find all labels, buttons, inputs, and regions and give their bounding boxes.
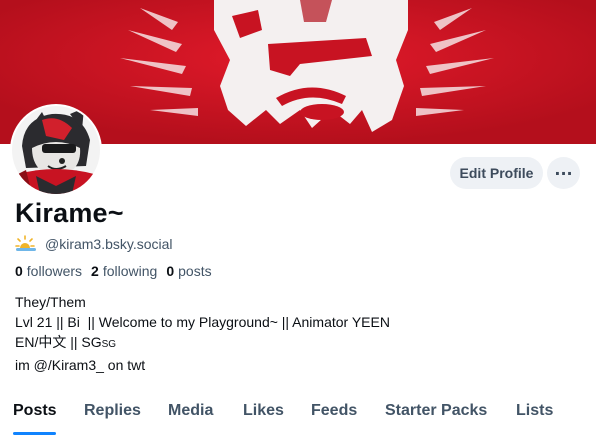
- active-tab-indicator: [13, 432, 56, 435]
- bio-line-1: They/Them: [15, 294, 86, 310]
- tab-feeds[interactable]: Feeds: [311, 402, 357, 420]
- following-label: following: [102, 263, 158, 279]
- ellipsis-icon: ···: [554, 163, 573, 183]
- edit-profile-button[interactable]: Edit Profile: [450, 157, 543, 189]
- handle-row: @kiram3.bsky.social: [15, 235, 173, 253]
- followers-label: followers: [26, 263, 83, 279]
- bio-line-3: EN/中文 || SGSG: [15, 332, 390, 355]
- more-options-button[interactable]: ···: [547, 157, 580, 189]
- profile-stats: 0 followers 2 following 0 posts: [15, 263, 212, 279]
- following-count: 2: [91, 263, 99, 279]
- followers-link[interactable]: 0 followers: [15, 263, 82, 279]
- tab-lists[interactable]: Lists: [516, 402, 553, 420]
- avatar[interactable]: [10, 104, 102, 196]
- handle-text[interactable]: @kiram3.bsky.social: [45, 236, 173, 252]
- sun-cloud-icon: [15, 235, 36, 251]
- followers-count: 0: [15, 263, 23, 279]
- tab-posts[interactable]: Posts: [13, 402, 57, 420]
- tab-media[interactable]: Media: [168, 402, 213, 420]
- following-link[interactable]: 2 following: [91, 263, 157, 279]
- bio-line-4: im @/Kiram3_ on twt: [15, 357, 146, 373]
- bio-line-3-main: EN/中文 || SG: [15, 334, 102, 350]
- display-name: Kirame~: [15, 198, 124, 228]
- profile-bio: They/Them Lvl 21 || Bi || Welcome to my P…: [15, 292, 390, 375]
- tab-replies[interactable]: Replies: [84, 402, 141, 420]
- bio-line-3-small: SG: [101, 339, 117, 350]
- avatar-image: [12, 106, 100, 194]
- profile-tabs: Posts Replies Media Likes Feeds Starter …: [0, 396, 596, 436]
- posts-label: posts: [178, 263, 212, 279]
- posts-count: 0: [166, 263, 175, 279]
- tab-likes[interactable]: Likes: [243, 402, 284, 420]
- posts-stat: 0 posts: [166, 263, 211, 279]
- bio-line-2: Lvl 21 || Bi || Welcome to my Playground…: [15, 314, 390, 330]
- tab-starter-packs[interactable]: Starter Packs: [385, 402, 487, 420]
